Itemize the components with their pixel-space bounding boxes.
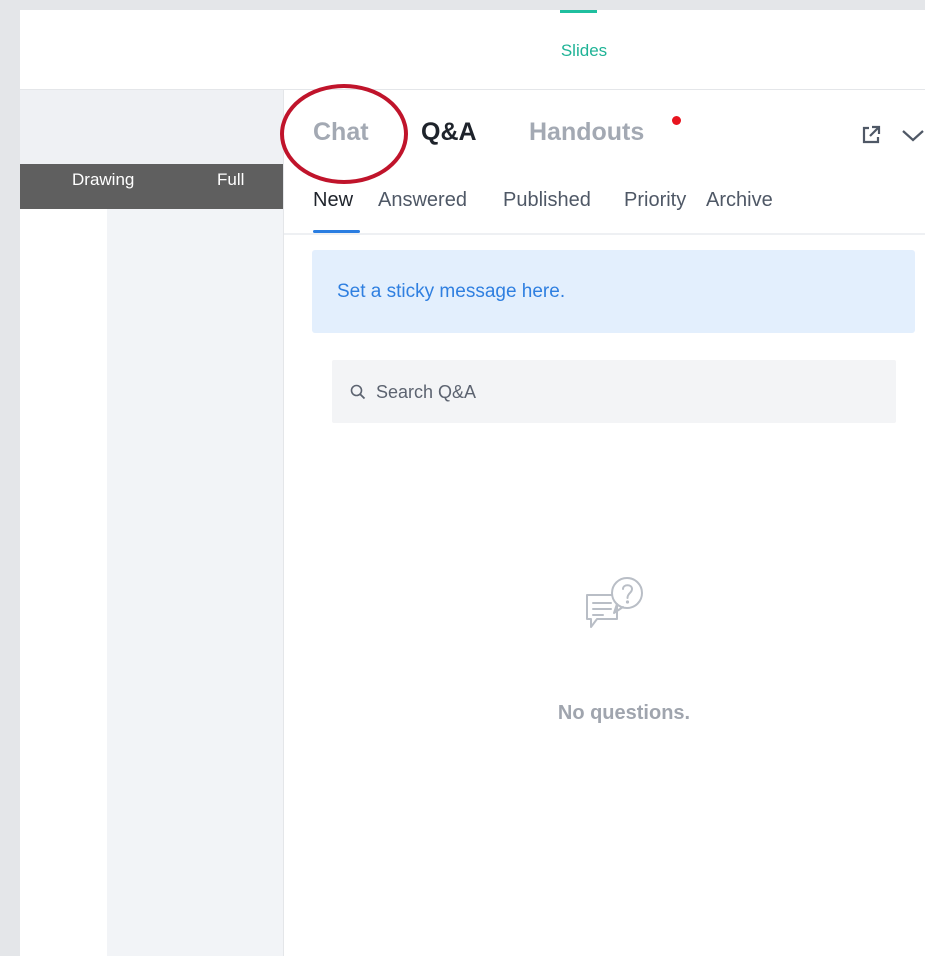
subtab-archive[interactable]: Archive [706,189,773,212]
handouts-notification-dot [672,116,681,125]
tab-slides[interactable]: Slides [540,10,628,89]
subtab-priority[interactable]: Priority [624,189,686,212]
tab-handouts[interactable]: Handouts [529,118,644,147]
full-screen-button[interactable]: Full [217,170,244,190]
presentation-pane: Drawing Full [20,90,283,956]
active-tab-indicator [560,10,597,13]
top-bar: Slides [20,10,925,90]
chevron-down-icon[interactable] [900,124,925,146]
presentation-header [20,90,283,164]
sticky-message-text: Set a sticky message here. [337,281,566,302]
drawing-button[interactable]: Drawing [72,170,134,190]
question-chat-icon [581,573,651,643]
subtab-divider [284,233,925,235]
qa-panel: Chat Q&A Handouts New Answered Published… [280,84,925,956]
slides-tab-label: Slides [560,41,608,60]
app-frame: Slides Drawing Full Chat Q&A Handouts Ne… [20,10,925,956]
tab-qa[interactable]: Q&A [421,118,477,147]
tab-chat[interactable]: Chat [313,118,369,147]
subtab-new[interactable]: New [313,189,353,212]
slide-area [107,209,283,956]
popout-icon[interactable] [860,124,882,146]
subtab-published[interactable]: Published [503,189,591,212]
search-icon [350,384,366,400]
search-input[interactable] [376,376,876,408]
sticky-message-box[interactable]: Set a sticky message here. [312,250,915,333]
subtab-answered[interactable]: Answered [378,189,467,212]
presentation-toolbar: Drawing Full [20,164,283,209]
empty-state-message: No questions. [557,702,691,724]
search-bar [332,360,896,423]
